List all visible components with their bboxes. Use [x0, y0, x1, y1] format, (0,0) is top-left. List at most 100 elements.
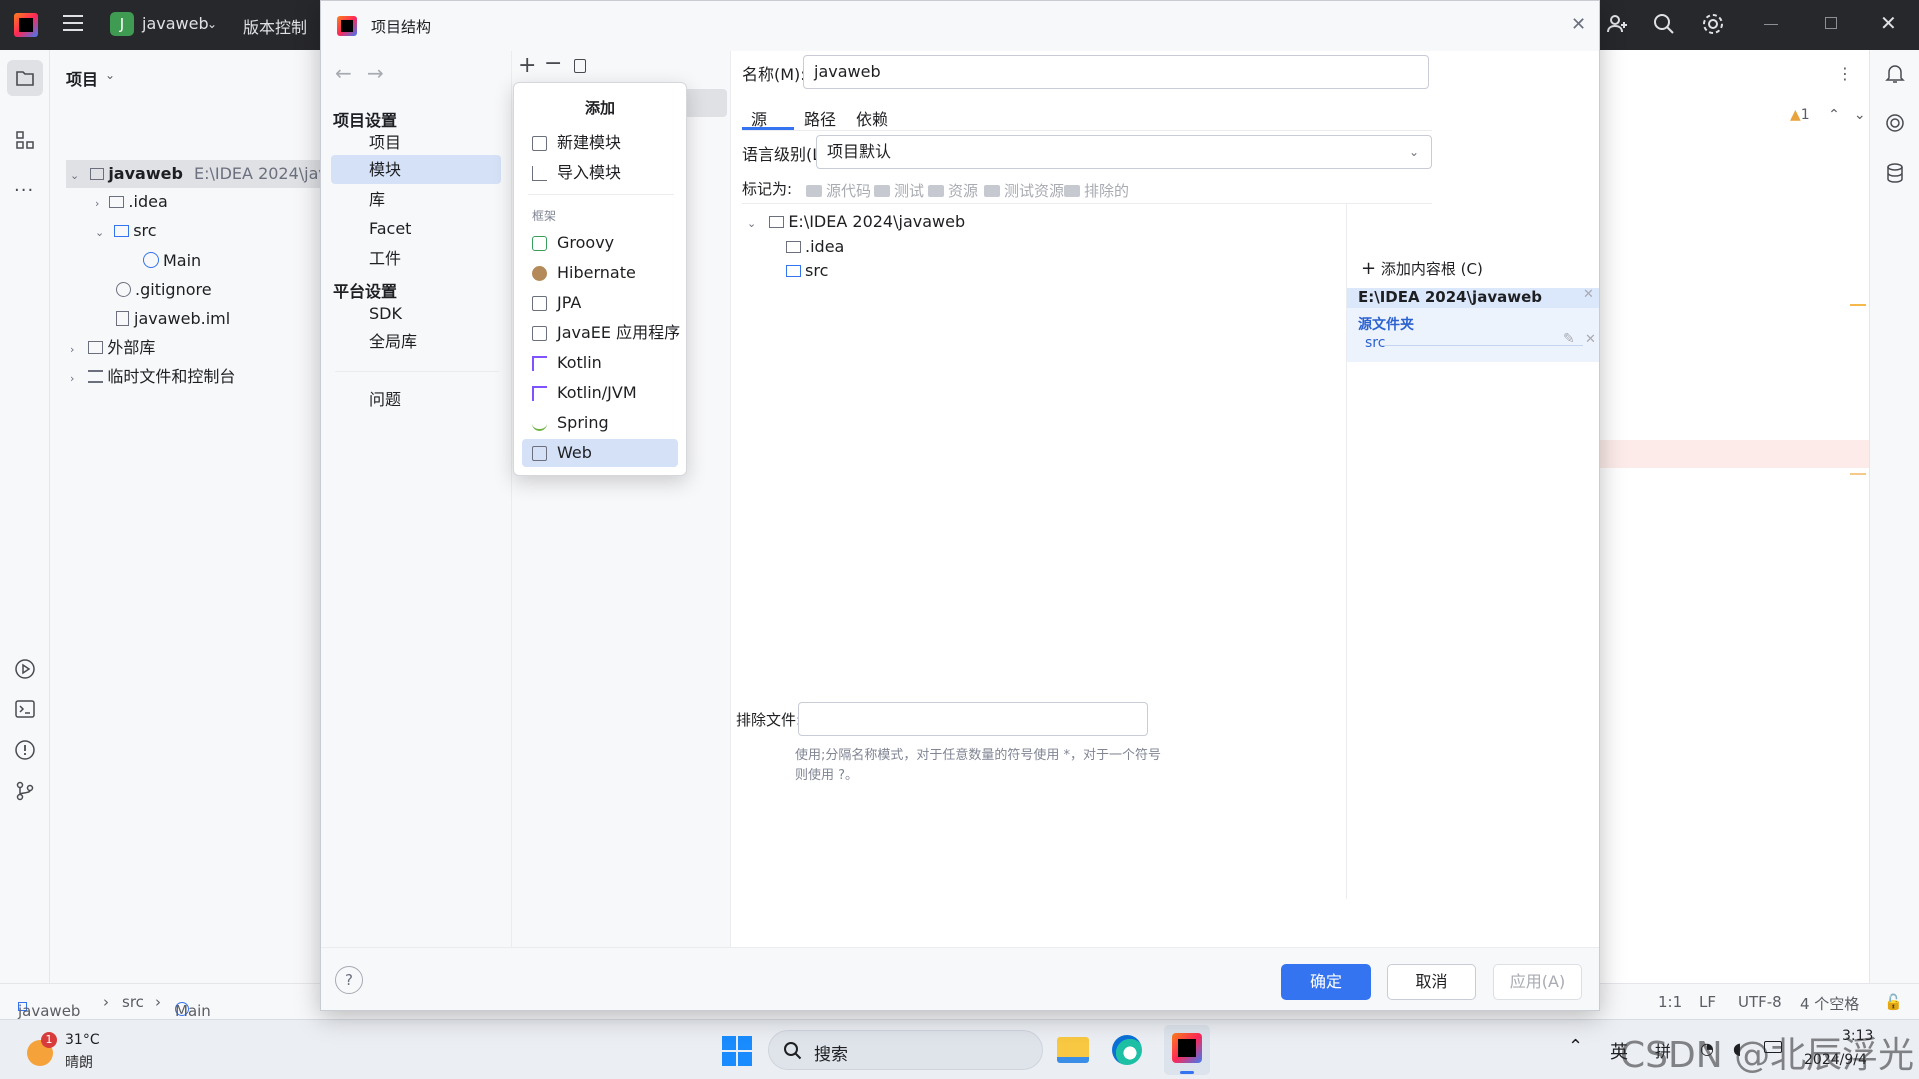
copy-icon[interactable]	[574, 59, 586, 73]
close-window-icon[interactable]: ✕	[1880, 11, 1897, 35]
tab-paths[interactable]: 路径	[804, 106, 836, 136]
mark-tests-button[interactable]: 测试	[874, 180, 924, 201]
file-encoding[interactable]: UTF-8	[1738, 993, 1782, 1011]
popup-hibernate[interactable]: Hibernate	[522, 259, 678, 287]
remove-content-root-icon[interactable]: ✕	[1583, 287, 1594, 302]
restore-window-icon[interactable]	[1825, 17, 1837, 29]
ime-mode[interactable]: 拼	[1655, 1038, 1671, 1062]
vcs-menu[interactable]: 版本控制	[243, 14, 307, 38]
popup-spring[interactable]: Spring	[522, 409, 678, 437]
ime-indicator[interactable]: 英	[1610, 1038, 1628, 1064]
main-menu-icon[interactable]	[63, 15, 83, 33]
popup-web[interactable]: Web	[522, 439, 678, 467]
nav-item-libraries[interactable]: 库	[331, 185, 501, 214]
close-icon[interactable]: ✕	[1571, 14, 1586, 35]
git-tool-icon[interactable]	[14, 780, 36, 802]
show-hidden-icons[interactable]: ⌃	[1568, 1036, 1583, 1057]
weather-widget[interactable]: 1 31°C 晴朗	[25, 1032, 165, 1072]
cancel-button[interactable]: 取消	[1387, 964, 1476, 1000]
add-icon[interactable]: +	[518, 53, 536, 78]
language-level-select[interactable]: 项目默认 ⌄	[816, 135, 1432, 169]
warning-indicator[interactable]: ▲1 ⌃ ⌄	[1790, 107, 1866, 123]
indent-setting[interactable]: 4 个空格	[1800, 993, 1859, 1014]
taskbar-search[interactable]: 搜索	[768, 1030, 1043, 1070]
nav-item-sdk[interactable]: SDK	[331, 299, 501, 328]
file-explorer-icon[interactable]	[1057, 1037, 1089, 1063]
popup-new-module[interactable]: 新建模块	[522, 129, 678, 157]
remove-source-folder-icon[interactable]: ✕	[1585, 332, 1596, 347]
intellij-taskbar-icon[interactable]	[1164, 1025, 1210, 1075]
tree-item-main[interactable]: Main	[143, 247, 201, 275]
run-tool-icon[interactable]	[14, 658, 36, 680]
structure-tool-icon[interactable]	[15, 130, 35, 150]
nav-item-artifacts[interactable]: 工件	[331, 244, 501, 273]
battery-icon[interactable]	[1764, 1041, 1782, 1053]
popup-javaee[interactable]: JavaEE 应用程序	[522, 319, 680, 347]
popup-import-module[interactable]: 导入模块	[522, 159, 678, 187]
mark-test-resources-button[interactable]: 测试资源	[984, 180, 1064, 201]
line-separator[interactable]: LF	[1699, 993, 1716, 1011]
minimize-window-icon[interactable]	[1764, 24, 1778, 25]
exclude-files-input[interactable]	[798, 702, 1148, 736]
volume-icon[interactable]: ◖	[1733, 1039, 1741, 1058]
popup-jpa[interactable]: JPA	[522, 289, 678, 317]
ai-assistant-icon[interactable]	[1884, 112, 1906, 134]
more-options-icon[interactable]: ⋮	[1837, 64, 1853, 83]
editor-area[interactable]: ⋮ ▲1 ⌃ ⌄	[1600, 50, 1869, 983]
nav-item-global-libs[interactable]: 全局库	[331, 327, 501, 356]
project-badge[interactable]: J	[110, 12, 134, 36]
mark-sources-button[interactable]: 源代码	[806, 180, 871, 201]
groovy-icon	[532, 236, 547, 251]
add-content-root-button[interactable]: + 添加内容根 (C)	[1361, 258, 1483, 279]
project-tool-icon[interactable]	[7, 60, 43, 96]
notifications-icon[interactable]	[1884, 62, 1906, 84]
help-icon[interactable]: ?	[335, 966, 363, 994]
problems-tool-icon[interactable]	[14, 739, 36, 761]
source-tree-root[interactable]: ⌄ E:\IDEA 2024\javaweb	[747, 208, 965, 236]
remove-icon[interactable]: −	[544, 51, 562, 76]
tree-item-idea[interactable]: › .idea	[95, 188, 168, 216]
source-tree-src[interactable]: src	[786, 257, 828, 285]
nav-item-facets[interactable]: Facet	[331, 214, 501, 243]
project-panel-title[interactable]: 项目	[66, 66, 98, 90]
edge-browser-icon[interactable]	[1112, 1035, 1142, 1065]
tree-item-scratches[interactable]: › 临时文件和控制台	[70, 363, 235, 391]
windows-start-icon[interactable]	[722, 1036, 752, 1066]
forward-arrow-icon[interactable]: →	[367, 61, 384, 85]
clock-date[interactable]: 2024/9/4	[1804, 1052, 1867, 1068]
edit-pencil-icon[interactable]: ✎	[1563, 331, 1575, 347]
ok-button[interactable]: 确定	[1281, 964, 1371, 1000]
popup-groovy[interactable]: Groovy	[522, 229, 678, 257]
mark-resources-button[interactable]: 资源	[928, 180, 978, 201]
project-name-menu[interactable]: javaweb	[142, 14, 209, 33]
breadcrumb-src[interactable]: src	[122, 993, 144, 1011]
tree-item-iml[interactable]: javaweb.iml	[116, 305, 230, 333]
module-name-input[interactable]: javaweb	[803, 55, 1429, 89]
popup-kotlin[interactable]: Kotlin	[522, 349, 678, 377]
popup-kotlin-jvm[interactable]: Kotlin/JVM	[522, 379, 678, 407]
apply-button[interactable]: 应用(A)	[1493, 964, 1582, 1000]
clock-time[interactable]: 3:13	[1842, 1028, 1873, 1044]
database-icon[interactable]	[1884, 162, 1906, 184]
settings-gear-icon[interactable]	[1701, 12, 1725, 36]
search-icon[interactable]	[1652, 12, 1676, 36]
nav-item-modules[interactable]: 模块	[331, 155, 501, 184]
tree-item-external-libs[interactable]: › 外部库	[70, 334, 155, 362]
more-tools-icon[interactable]: ···	[14, 180, 34, 201]
back-arrow-icon[interactable]: ←	[335, 61, 352, 85]
add-user-icon[interactable]	[1605, 12, 1629, 36]
network-icon[interactable]: ◔	[1700, 1039, 1714, 1058]
caret-position[interactable]: 1:1	[1658, 993, 1682, 1011]
nav-item-problems[interactable]: 问题	[331, 385, 501, 414]
tab-dependencies[interactable]: 依赖	[856, 106, 888, 136]
source-folder-entry[interactable]: src	[1365, 335, 1385, 351]
mark-divider	[742, 203, 1432, 204]
tree-item-gitignore[interactable]: .gitignore	[116, 276, 212, 304]
lock-icon[interactable]: 🔓	[1884, 993, 1903, 1011]
mark-excluded-button[interactable]: 排除的	[1064, 180, 1129, 201]
nav-item-project[interactable]: 项目	[331, 128, 501, 157]
tree-item-src[interactable]: ⌄ src	[95, 217, 157, 245]
terminal-tool-icon[interactable]	[14, 698, 36, 720]
tab-sources[interactable]: 源	[751, 106, 767, 136]
intellij-logo-icon[interactable]	[14, 13, 38, 37]
